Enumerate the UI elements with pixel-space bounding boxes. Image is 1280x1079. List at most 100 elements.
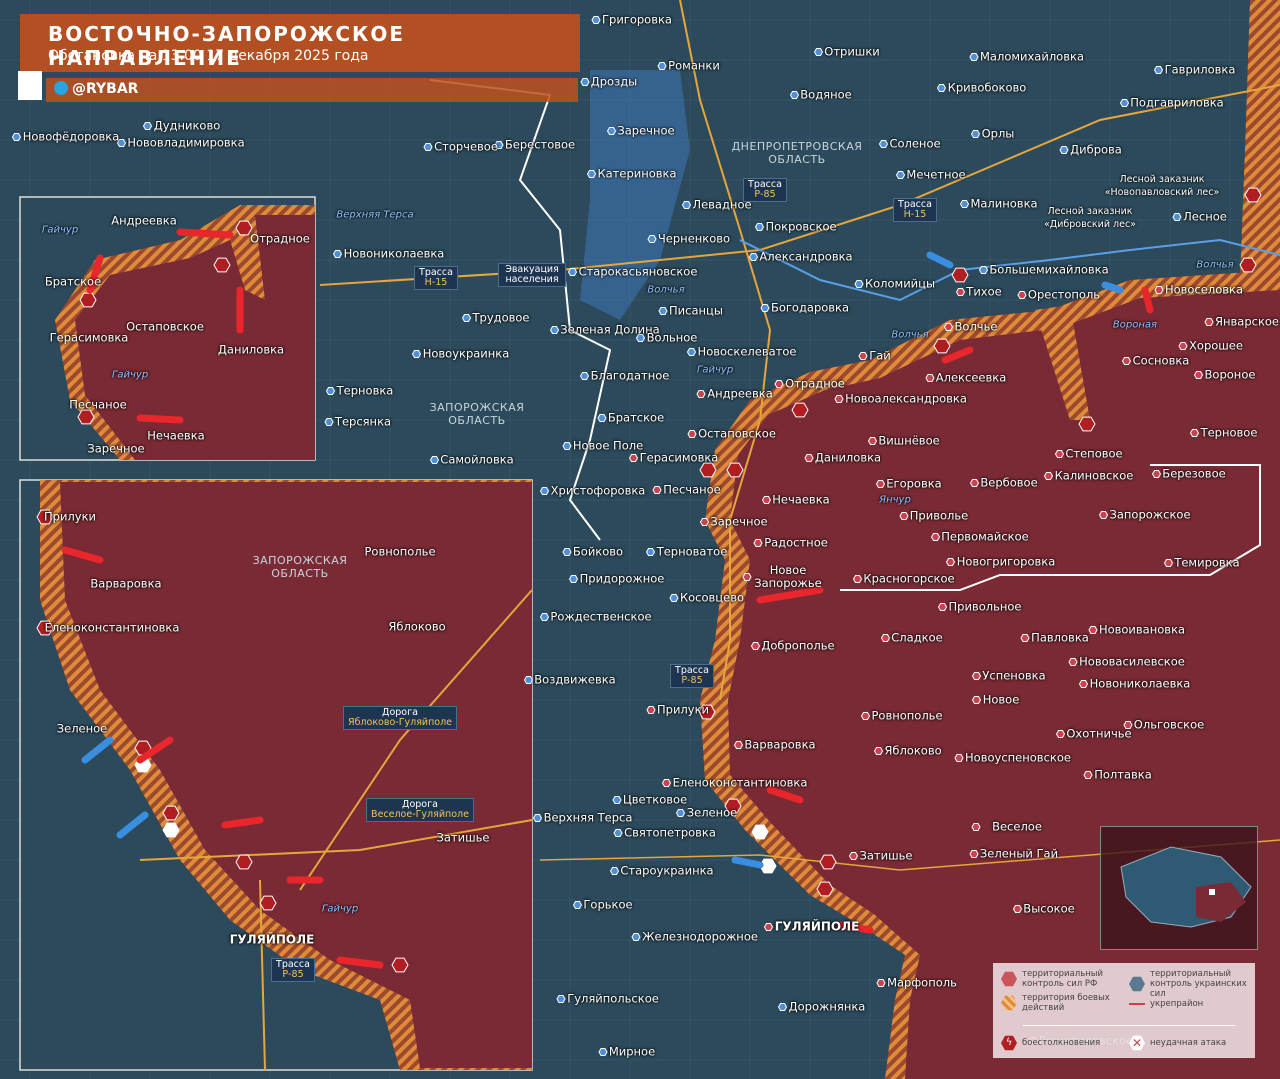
ru-settlement-icon	[753, 539, 763, 547]
ua-settlement-icon	[1172, 213, 1182, 221]
ru-settlement-icon	[1068, 658, 1078, 666]
settlement-label: Ольговское	[1133, 717, 1205, 732]
clash-icon	[819, 854, 837, 870]
settlement-label: Александровка	[759, 249, 853, 264]
region-label: ЗАПОРОЖСКАЯ ОБЛАСТЬ	[429, 401, 525, 427]
telegram-icon	[54, 81, 68, 95]
ua-settlement-icon	[562, 548, 572, 556]
settlement-label: Нововладимировка	[127, 135, 245, 150]
settlement-label: Григоровка	[602, 12, 672, 27]
settlement-label: Новоселовка	[1164, 282, 1244, 297]
settlement-label: Зеленая Долина	[560, 322, 660, 337]
ua-settlement-icon	[325, 387, 336, 395]
ru-settlement-icon	[696, 390, 706, 398]
settlement-label: Нечаевка	[772, 492, 830, 507]
settlement-label: Приволье	[909, 508, 969, 523]
ru-settlement-icon	[733, 741, 744, 749]
settlement-label: Водяное	[800, 87, 852, 102]
settlement-label: Трудовое	[472, 310, 530, 325]
road-tag-h15: Трасса Н-15	[414, 266, 458, 290]
settlement-label: Терновка	[336, 383, 394, 398]
ua-settlement-icon	[1153, 66, 1164, 74]
settlement-label: Хорошее	[1189, 338, 1243, 353]
ua-settlement-icon	[789, 91, 800, 99]
settlement-label: Калиновское	[1054, 468, 1134, 483]
tag-number: Р-85	[282, 969, 304, 980]
settlement-label: Коломийцы	[864, 276, 936, 291]
ua-settlement-icon	[532, 814, 543, 822]
settlement-label: Охотничье	[1066, 726, 1132, 741]
reserve-label: Лесной заказник «Дибровский лес»	[1044, 206, 1136, 230]
ua-settlement-icon	[669, 594, 679, 602]
ua-settlement-icon	[429, 456, 440, 464]
settlement-label: Косовцево	[679, 590, 745, 605]
ru-settlement-icon	[763, 923, 774, 931]
ru-attack-arrow	[136, 414, 184, 424]
ua-settlement-icon	[142, 122, 153, 130]
ru-settlement-icon	[1163, 559, 1174, 567]
settlement-label: Отришки	[824, 44, 880, 59]
river-label: Волчья	[1196, 259, 1234, 271]
ru-settlement-icon	[848, 852, 859, 860]
ua-counterattack-arrow	[1101, 281, 1124, 294]
ua-settlement-icon	[539, 487, 550, 495]
ua-settlement-icon	[586, 170, 597, 178]
ru-settlement-icon	[1193, 371, 1204, 379]
road-tag: Дорога Веселое-Гуляйполе	[366, 798, 474, 822]
ua-settlement-icon	[813, 48, 824, 56]
ru-settlement-icon	[1121, 357, 1132, 365]
ua-settlement-icon	[1059, 146, 1069, 154]
river-label: Гайчур	[41, 224, 79, 236]
settlement-label: Старокасьяновское	[578, 264, 698, 279]
settlement-label: Затишье	[859, 848, 913, 863]
settlement-label: Вороное	[1204, 367, 1256, 382]
clash-icon	[816, 881, 834, 897]
settlement-label: Прилуки	[657, 702, 709, 717]
settlement-label: Новоукраинка	[422, 346, 510, 361]
settlement-label: Радостное	[764, 535, 828, 550]
settlement-label: Красногорское	[863, 571, 955, 586]
ru-settlement-icon	[761, 496, 772, 504]
ua-settlement-icon	[754, 223, 765, 231]
settlement-label: Первомайское	[941, 529, 1029, 544]
settlement-label: Дудниково	[153, 118, 221, 133]
settlement-label: Братское	[607, 410, 665, 425]
settlement-label: Цветковое	[622, 792, 688, 807]
combat-zone-icon	[1001, 995, 1017, 1011]
ru-settlement-icon	[899, 512, 909, 520]
ru-settlement-icon	[646, 706, 656, 714]
ru-settlement-icon	[955, 288, 966, 296]
settlement-label: Зеленое	[686, 805, 738, 820]
inset-top-label: Отрадное	[250, 231, 310, 246]
ru-settlement-icon	[852, 575, 863, 583]
reserve-label: Лесной заказник «Новопавловский лес»	[1104, 174, 1220, 198]
ru-settlement-icon	[774, 380, 784, 388]
ua-settlement-icon	[1119, 99, 1130, 107]
settlement-label: Христофоровка	[550, 483, 646, 498]
inset-bottom-label: Прилуки	[44, 509, 96, 524]
ua-settlement-icon	[878, 140, 889, 148]
settlement-label: Новофёдоровка	[22, 129, 120, 144]
settlement-label: Январское	[1214, 314, 1280, 329]
region-label: ЗАПОРОЖСКАЯ ОБЛАСТЬ	[252, 554, 348, 580]
ua-settlement-icon	[760, 304, 770, 312]
settlement-label: Староукраинка	[620, 863, 714, 878]
ru-settlement-icon	[925, 374, 935, 382]
ru-settlement-icon	[687, 430, 697, 438]
clash-icon	[951, 267, 969, 283]
settlement-label: Полтавка	[1094, 767, 1152, 782]
settlement-label: Лесное	[1183, 209, 1227, 224]
ru-settlement-icon	[1178, 342, 1188, 350]
ua-settlement-icon	[970, 130, 981, 138]
ru-settlement-icon	[971, 823, 981, 831]
settlement-label: Новониколаевка	[1089, 676, 1191, 691]
settlement-label: Малиновка	[970, 196, 1038, 211]
settlement-label: Герасимовка	[639, 450, 719, 465]
settlement-label: Сладкое	[891, 630, 943, 645]
inset-top-label: Песчаное	[69, 397, 127, 412]
ru-settlement-icon	[1189, 429, 1200, 437]
settlement-label: Зеленый Гай	[979, 846, 1059, 861]
settlement-label: Даниловка	[814, 450, 882, 465]
map-subtitle: Обстановка на 13.00 17 декабря 2025 года	[48, 48, 369, 64]
river-label: Верхняя Терса	[336, 209, 414, 221]
